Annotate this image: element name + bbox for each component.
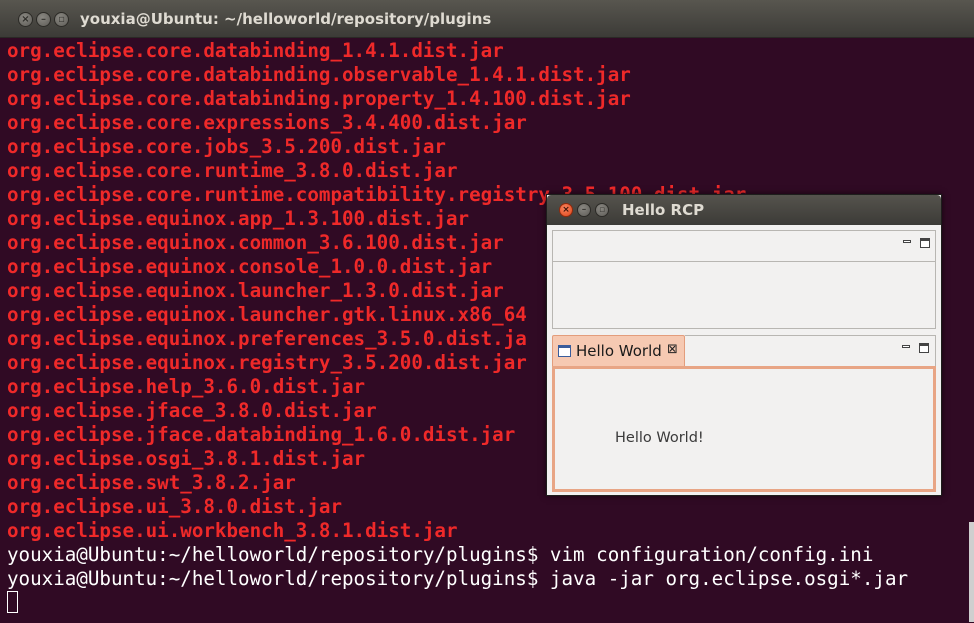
command-line: youxia@Ubuntu:~/helloworld/repository/pl…: [7, 543, 874, 566]
view-minimize-icon[interactable]: [902, 345, 910, 348]
tabstrip: [685, 335, 936, 366]
empty-view-tabbar: [553, 231, 935, 262]
view-minimize-icon[interactable]: [903, 240, 911, 243]
output-line: org.eclipse.core.databinding_1.4.1.dist.…: [7, 39, 504, 62]
output-line: org.eclipse.core.jobs_3.5.200.dist.jar: [7, 135, 446, 158]
output-line: org.eclipse.ui_3.8.0.dist.jar: [7, 495, 343, 518]
output-line: org.eclipse.ui.workbench_3.8.1.dist.jar: [7, 519, 458, 542]
text-cursor: [7, 591, 18, 613]
terminal-title: youxia@Ubuntu: ~/helloworld/repository/p…: [80, 10, 492, 28]
terminal-maximize-button[interactable]: ▫: [54, 12, 69, 27]
tab-label: Hello World: [576, 342, 662, 360]
output-line: org.eclipse.core.expressions_3.4.400.dis…: [7, 111, 527, 134]
terminal-close-button[interactable]: ×: [18, 12, 33, 27]
minimize-icon: –: [41, 13, 46, 25]
output-line: org.eclipse.core.databinding.property_1.…: [7, 87, 631, 110]
terminal-scrollbar[interactable]: [969, 522, 974, 622]
rcp-window-title: Hello RCP: [622, 201, 705, 219]
terminal-titlebar[interactable]: × – ▫ youxia@Ubuntu: ~/helloworld/reposi…: [0, 0, 974, 38]
close-icon: ×: [562, 205, 570, 215]
hello-world-view-content: Hello World!: [552, 366, 936, 492]
prompt-line[interactable]: [7, 591, 974, 615]
output-line: org.eclipse.core.runtime_3.8.0.dist.jar: [7, 159, 458, 182]
maximize-icon: ▫: [598, 205, 606, 215]
rcp-titlebar[interactable]: × – ▫ Hello RCP: [547, 195, 941, 225]
empty-view-part: [552, 230, 936, 329]
hello-world-label: Hello World!: [615, 430, 704, 446]
rcp-minimize-button[interactable]: –: [577, 203, 591, 217]
view-window-icon: [558, 345, 571, 357]
view-maximize-icon[interactable]: [920, 238, 930, 248]
tab-hello-world[interactable]: Hello World ⊠: [552, 335, 685, 367]
hello-world-view-part: Hello World ⊠ Hello World!: [552, 335, 936, 493]
rcp-maximize-button[interactable]: ▫: [595, 203, 609, 217]
tab-close-icon[interactable]: ⊠: [667, 342, 678, 357]
terminal-minimize-button[interactable]: –: [36, 12, 51, 27]
command-line: youxia@Ubuntu:~/helloworld/repository/pl…: [7, 567, 909, 590]
output-line: org.eclipse.core.databinding.observable_…: [7, 63, 631, 86]
close-icon: ×: [21, 13, 30, 25]
maximize-icon: ▫: [58, 13, 65, 25]
minimize-icon: –: [581, 205, 587, 215]
view-maximize-icon[interactable]: [919, 343, 929, 353]
rcp-close-button[interactable]: ×: [559, 203, 573, 217]
hello-rcp-window[interactable]: × – ▫ Hello RCP Hello World ⊠ Hello Worl…: [546, 194, 942, 496]
